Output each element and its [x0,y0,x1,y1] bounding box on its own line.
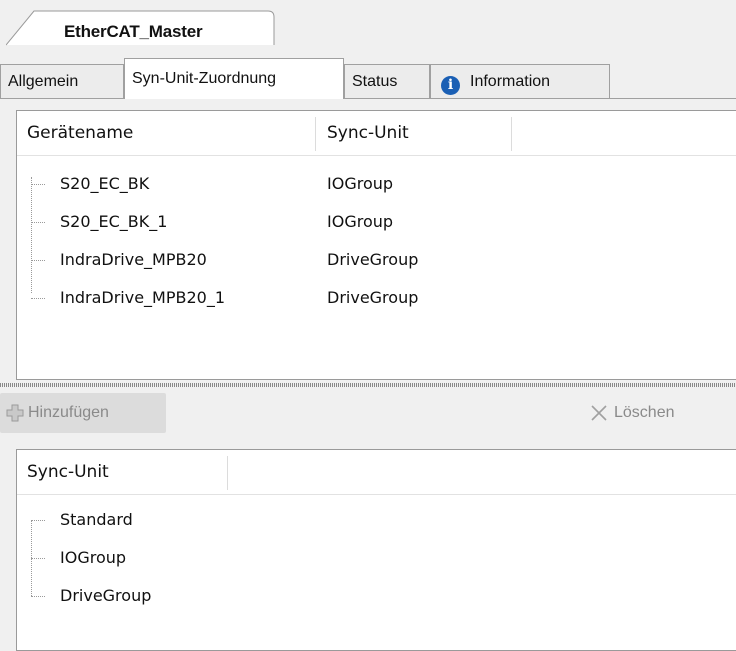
list-item[interactable]: IOGroup [17,539,736,577]
list-item[interactable]: Standard [17,501,736,539]
list-item[interactable]: DriveGroup [17,577,736,615]
tree-connector [31,520,45,521]
table-row[interactable]: S20_EC_BK_1 IOGroup [17,203,736,241]
tree-connector [31,596,45,597]
column-separator[interactable] [315,117,316,151]
device-assignment-table: Gerätename Sync-Unit S20_EC_BK IOGroup S… [16,110,736,380]
document-tab-label: EtherCAT_Master [64,22,203,41]
tree-connector [31,222,45,223]
tab-allgemein[interactable]: Allgemein [0,64,124,98]
delete-button[interactable]: Löschen [584,393,704,433]
column-separator[interactable] [227,456,228,490]
info-icon: i [441,76,460,95]
tab-strip-border [0,98,736,99]
device-sync-unit: IOGroup [327,212,394,231]
tree-connector [31,558,45,559]
tab-information[interactable]: i Information [430,64,610,98]
tree-connector [31,184,45,185]
tab-label: Allgemein [8,73,79,90]
tree-connector [31,298,45,299]
x-icon [591,405,607,421]
device-name: S20_EC_BK_1 [60,212,168,231]
tab-label: Status [352,73,398,90]
device-name: IndraDrive_MPB20_1 [60,288,226,307]
sync-unit-name: IOGroup [60,548,127,567]
table-header: Gerätename Sync-Unit [17,111,736,156]
sync-unit-table: Sync-Unit Standard IOGroup DriveGroup [16,449,736,651]
plus-icon [6,404,24,422]
device-sync-unit: IOGroup [327,174,394,193]
device-name: IndraDrive_MPB20 [60,250,207,269]
column-header-device-name[interactable]: Gerätename [17,111,317,155]
device-sync-unit: DriveGroup [327,250,419,269]
device-sync-unit: DriveGroup [327,288,419,307]
tree-connector [31,260,45,261]
table-header: Sync-Unit [17,450,736,495]
delete-button-label: Löschen [614,404,675,421]
add-button-label: Hinzufügen [28,404,109,421]
add-button[interactable]: Hinzufügen [0,393,166,433]
document-tab[interactable]: EtherCAT_Master [6,10,276,46]
column-header-sync-unit[interactable]: Sync-Unit [17,450,227,494]
table-row[interactable]: IndraDrive_MPB20 DriveGroup [17,241,736,279]
table-row[interactable]: IndraDrive_MPB20_1 DriveGroup [17,279,736,317]
column-header-sync-unit[interactable]: Sync-Unit [317,111,507,155]
column-separator[interactable] [511,117,512,151]
tab-label: Syn-Unit-Zuordnung [132,70,277,87]
tab-label: Information [470,73,551,90]
table-row[interactable]: S20_EC_BK IOGroup [17,165,736,203]
device-name: S20_EC_BK [60,174,150,193]
panel-splitter[interactable] [0,383,736,387]
sync-unit-name: DriveGroup [60,586,152,605]
tab-status[interactable]: Status [344,64,430,98]
tab-syn-unit-zuordnung[interactable]: Syn-Unit-Zuordnung [124,58,344,99]
sync-unit-name: Standard [60,510,133,529]
